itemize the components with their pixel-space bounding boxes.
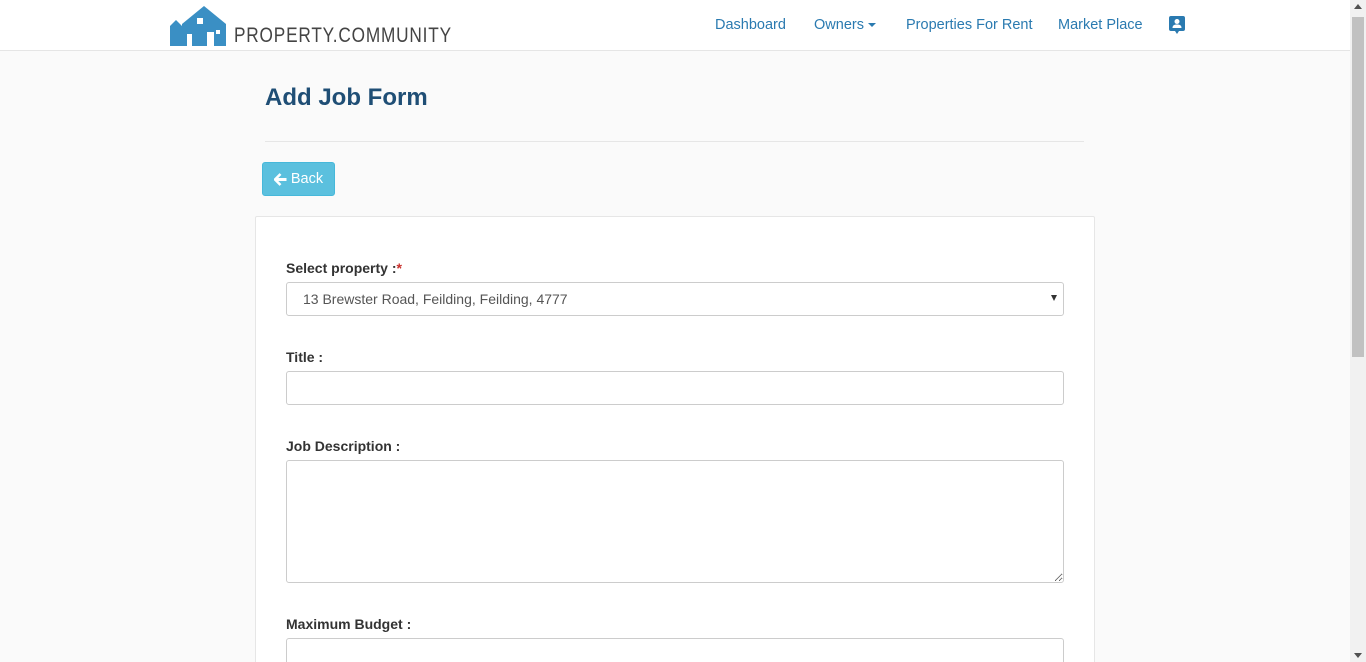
title-input[interactable] — [286, 371, 1064, 405]
page-scrollbar[interactable] — [1350, 0, 1366, 662]
maximum-budget-input[interactable] — [286, 638, 1064, 662]
back-button[interactable]: Back — [262, 162, 335, 196]
title-divider — [265, 141, 1084, 142]
brand-name: PROPERTY.COMMUNITY — [234, 24, 452, 47]
house-logo-icon — [170, 6, 226, 46]
property-label: Select property :* — [286, 260, 402, 276]
back-button-label: Back — [290, 171, 324, 187]
nav-owners-dropdown[interactable]: Owners — [814, 17, 876, 33]
property-selected-value: 13 Brewster Road, Feilding, Feilding, 47… — [303, 291, 568, 307]
contact-card-icon[interactable] — [1169, 16, 1185, 39]
scroll-down-arrow-icon[interactable] — [1354, 653, 1362, 658]
brand-logo[interactable]: PROPERTY.COMMUNITY — [170, 4, 500, 46]
property-select[interactable]: 13 Brewster Road, Feilding, Feilding, 47… — [286, 282, 1064, 316]
caret-down-icon — [867, 23, 876, 28]
maximum-budget-label: Maximum Budget : — [286, 616, 412, 632]
arrow-left-icon — [273, 172, 287, 186]
nav-dashboard[interactable]: Dashboard — [715, 17, 786, 33]
property-label-text: Select property : — [286, 260, 397, 276]
required-mark: * — [396, 260, 402, 276]
top-navbar: PROPERTY.COMMUNITY Dashboard Owners Prop… — [0, 0, 1350, 51]
title-label: Title : — [286, 349, 324, 365]
nav-market-place[interactable]: Market Place — [1058, 17, 1143, 33]
dropdown-arrow-icon — [1051, 295, 1057, 301]
nav-owners-label: Owners — [814, 17, 864, 33]
nav-properties-for-rent[interactable]: Properties For Rent — [906, 17, 1033, 33]
scroll-up-arrow-icon[interactable] — [1354, 4, 1362, 9]
job-description-textarea[interactable] — [286, 460, 1064, 583]
job-description-label: Job Description : — [286, 438, 401, 454]
scrollbar-thumb[interactable] — [1352, 17, 1364, 357]
page-title: Add Job Form — [265, 84, 428, 111]
